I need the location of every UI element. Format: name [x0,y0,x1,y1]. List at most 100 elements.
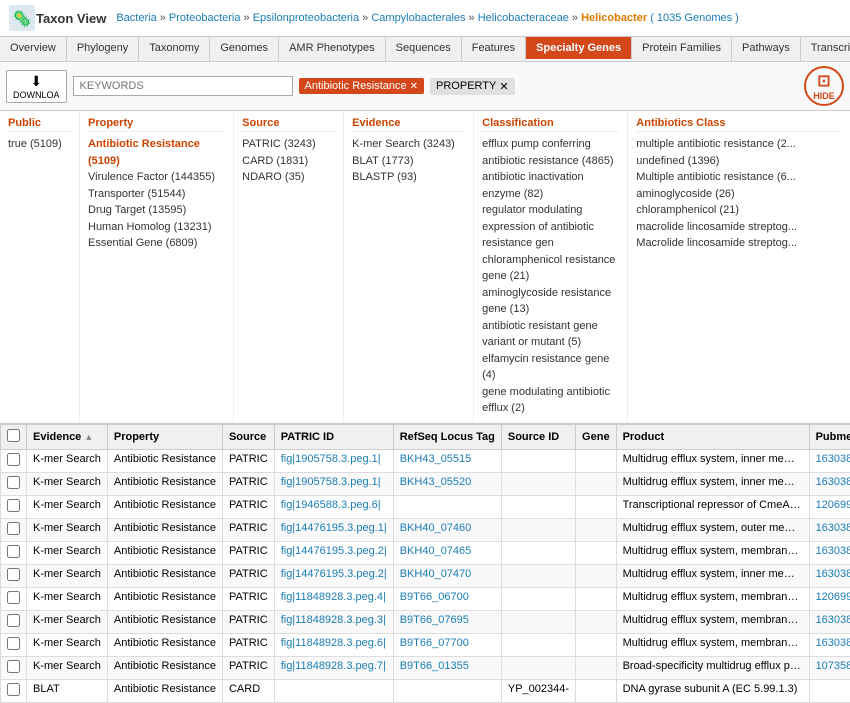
tab-protein-families[interactable]: Protein Families [632,37,732,61]
row-refseq[interactable] [393,679,501,702]
tab-sequences[interactable]: Sequences [386,37,462,61]
row-check[interactable] [1,633,27,656]
col-gene[interactable]: Gene [576,424,617,449]
row-check[interactable] [1,518,27,541]
row-pubmed[interactable]: 10735877 [809,656,850,679]
breadcrumb: Bacteria » Proteobacteria » Epsilonprote… [116,12,739,24]
row-refseq[interactable]: B9T66_01355 [393,656,501,679]
breadcrumb-helico-fam[interactable]: Helicobacteraceae [478,12,569,24]
row-refseq[interactable]: BKH40_07470 [393,564,501,587]
col-pubmed[interactable]: Pubmed [809,424,850,449]
col-product[interactable]: Product [616,424,809,449]
breadcrumb-current: Helicobacter [581,12,647,24]
tab-overview[interactable]: Overview [0,37,67,61]
property-close-button[interactable]: ✕ [499,80,508,93]
row-pubmed[interactable]: 16303882 [809,564,850,587]
row-refseq[interactable]: BKH43_05515 [393,449,501,472]
row-pubmed[interactable]: 16303882 [809,449,850,472]
row-pubmed[interactable]: 16303882 [809,518,850,541]
download-button[interactable]: ⬇ DOWNLOA [6,70,67,103]
col-refseq[interactable]: RefSeq Locus Tag [393,424,501,449]
row-patric-id[interactable]: fig|11848928.3.peg.6| [274,633,393,656]
row-check[interactable] [1,495,27,518]
col-source[interactable]: Source [222,424,274,449]
row-refseq[interactable]: BKH43_05520 [393,472,501,495]
breadcrumb-bacteria[interactable]: Bacteria [116,12,156,24]
row-patric-id[interactable] [274,679,393,702]
row-check[interactable] [1,564,27,587]
tab-specialty-genes[interactable]: Specialty Genes [526,37,632,61]
row-refseq[interactable]: BKH40_07460 [393,518,501,541]
breadcrumb-proteobacteria[interactable]: Proteobacteria [169,12,241,24]
row-pubmed[interactable]: 16303882 [809,541,850,564]
row-patric-id[interactable]: fig|14476195.3.peg.2| [274,541,393,564]
row-check[interactable] [1,587,27,610]
tab-transcriptomics[interactable]: Transcriptomics [801,37,850,61]
row-patric-id[interactable]: fig|11848928.3.peg.4| [274,587,393,610]
row-pubmed[interactable]: 16303882 [809,610,850,633]
tab-features[interactable]: Features [462,37,526,61]
row-pubmed[interactable]: 12069964 [809,495,850,518]
row-patric-id[interactable]: fig|14476195.3.peg.2| [274,564,393,587]
breadcrumb-genomes[interactable]: ( 1035 Genomes ) [650,12,739,24]
row-checkbox-7[interactable] [7,614,20,627]
row-source-id [501,518,575,541]
row-checkbox-3[interactable] [7,522,20,535]
filter-tag-antibiotic: Antibiotic Resistance ✕ [299,78,425,94]
row-evidence: BLAT [27,679,108,702]
ab-item-6: Macrolide lincosamide streptog... [636,235,842,252]
row-pubmed[interactable]: 12069964 [809,587,850,610]
row-refseq[interactable]: B9T66_07700 [393,633,501,656]
col-property[interactable]: Property [107,424,222,449]
row-patric-id[interactable]: fig|1905758.3.peg.1| [274,449,393,472]
row-patric-id[interactable]: fig|1905758.3.peg.1| [274,472,393,495]
row-check[interactable] [1,610,27,633]
row-checkbox-1[interactable] [7,476,20,489]
row-checkbox-8[interactable] [7,637,20,650]
table-row: K-mer Search Antibiotic Resistance PATRI… [1,472,850,495]
filter-close-button[interactable]: ✕ [410,81,418,92]
tab-pathways[interactable]: Pathways [732,37,801,61]
row-patric-id[interactable]: fig|11848928.3.peg.7| [274,656,393,679]
row-checkbox-10[interactable] [7,683,20,696]
row-checkbox-6[interactable] [7,591,20,604]
row-patric-id[interactable]: fig|1946588.3.peg.6| [274,495,393,518]
search-input[interactable] [73,76,293,96]
row-pubmed[interactable]: 16303882 [809,472,850,495]
row-check[interactable] [1,679,27,702]
breadcrumb-epsilon[interactable]: Epsilonproteobacteria [253,12,359,24]
breadcrumb-campylo[interactable]: Campylobacterales [371,12,465,24]
row-refseq[interactable]: BKH40_07465 [393,541,501,564]
row-check[interactable] [1,472,27,495]
row-patric-id[interactable]: fig|11848928.3.peg.3| [274,610,393,633]
row-checkbox-2[interactable] [7,499,20,512]
row-patric-id[interactable]: fig|14476195.3.peg.1| [274,518,393,541]
col-patric-id[interactable]: PATRIC ID [274,424,393,449]
ab-item-5: macrolide lincosamide streptog... [636,219,842,236]
col-source-id[interactable]: Source ID [501,424,575,449]
row-checkbox-5[interactable] [7,568,20,581]
col-evidence[interactable]: Evidence ▲ [27,424,108,449]
row-check[interactable] [1,541,27,564]
class-item-3: chloramphenicol resistance gene (21) [482,252,619,285]
row-check[interactable] [1,656,27,679]
class-item-5: antibiotic resistant gene variant or mut… [482,318,619,351]
public-value: true (5109) [8,136,71,153]
tab-amr[interactable]: AMR Phenotypes [279,37,386,61]
row-refseq[interactable]: B9T66_06700 [393,587,501,610]
filter-toggle-button[interactable]: ⊡ HIDE [804,66,844,106]
row-checkbox-4[interactable] [7,545,20,558]
row-refseq[interactable]: B9T66_07695 [393,610,501,633]
tab-genomes[interactable]: Genomes [210,37,279,61]
tab-taxonomy[interactable]: Taxonomy [139,37,210,61]
property-item-0[interactable]: Antibiotic Resistance (5109) [88,136,225,169]
tab-phylogeny[interactable]: Phylogeny [67,37,139,61]
row-refseq[interactable] [393,495,501,518]
row-pubmed[interactable]: 16303882 [809,633,850,656]
row-source: PATRIC [222,610,274,633]
row-check[interactable] [1,449,27,472]
row-checkbox-0[interactable] [7,453,20,466]
row-pubmed[interactable] [809,679,850,702]
row-checkbox-9[interactable] [7,660,20,673]
select-all-checkbox[interactable] [7,429,20,442]
